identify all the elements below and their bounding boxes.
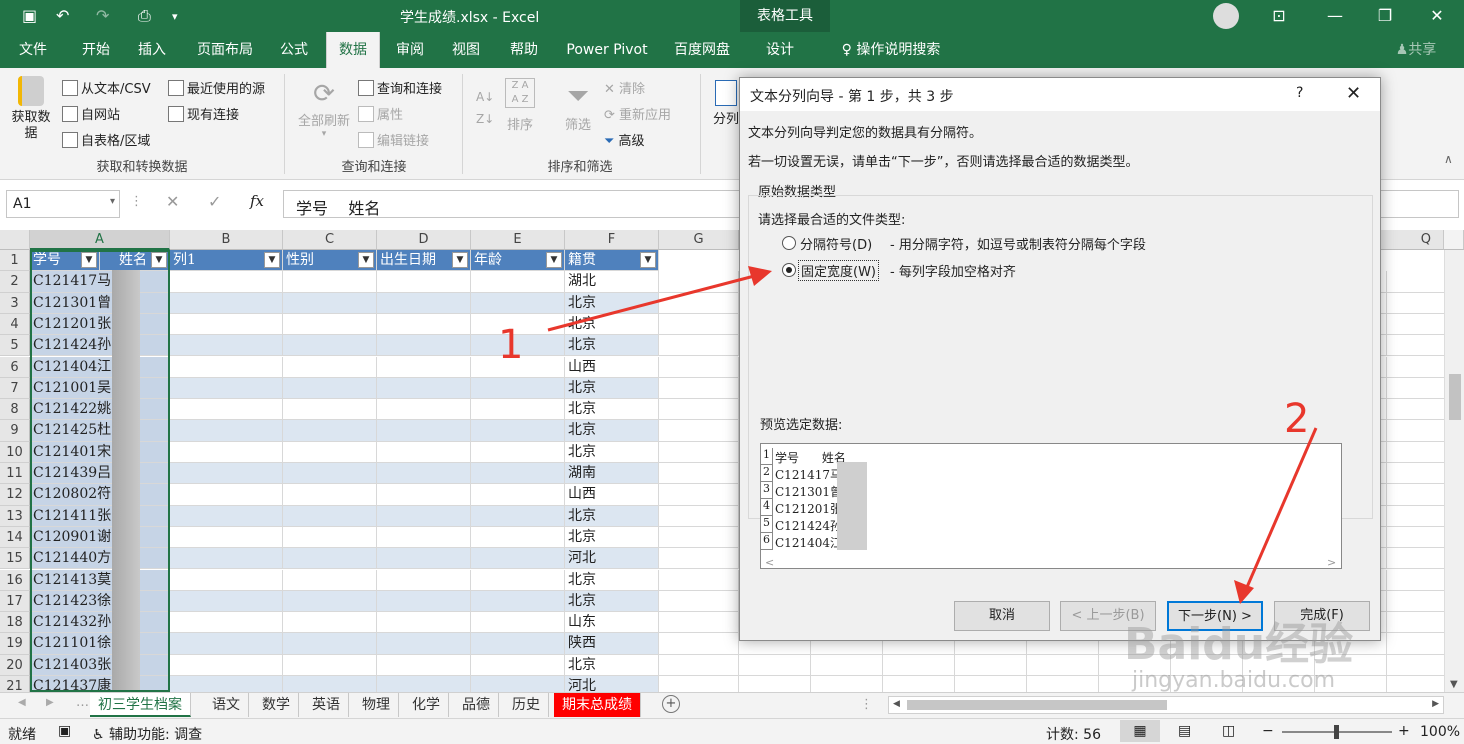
arrow-1-head xyxy=(748,266,772,286)
watermark-logo: Baidu经验 xyxy=(1124,608,1353,672)
annotation-step-1: 1 xyxy=(498,322,524,368)
arrow-2-line xyxy=(1242,427,1318,595)
watermark-url: jingyan.baidu.com xyxy=(1132,668,1336,693)
annotation-step-2: 2 xyxy=(1284,396,1310,442)
arrow-2-head xyxy=(1234,580,1254,604)
watermark-text: Baidu经验 xyxy=(1124,619,1354,670)
arrow-1-line xyxy=(547,272,763,332)
